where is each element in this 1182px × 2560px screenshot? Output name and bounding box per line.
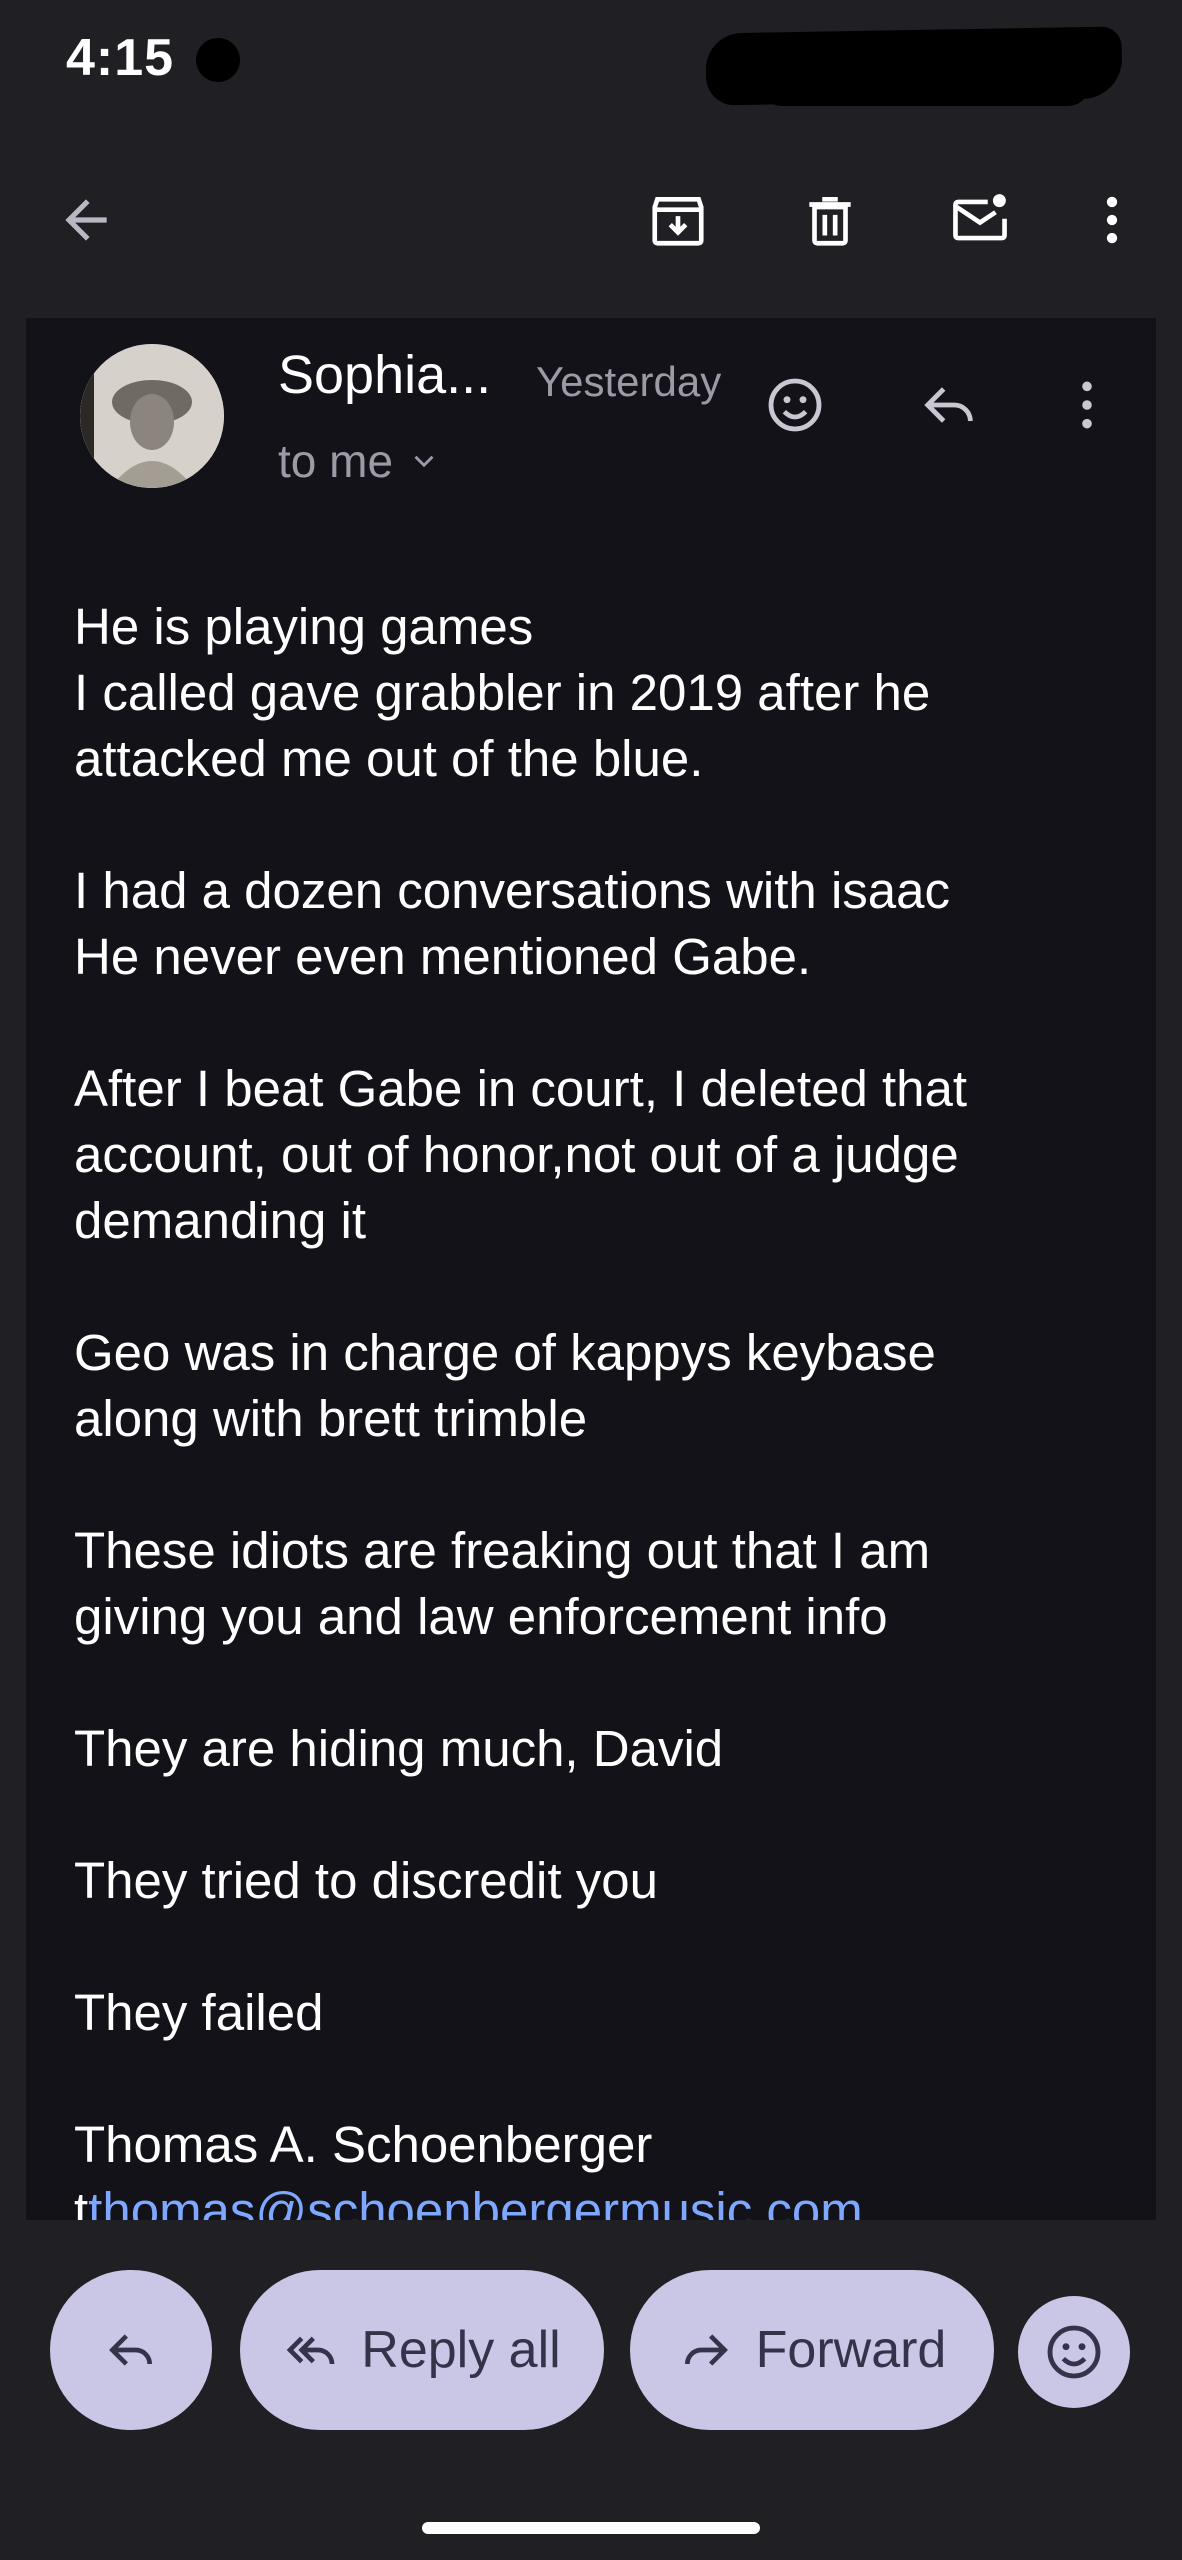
signature-email-link[interactable]: thomas@schoenbergermusic.com xyxy=(88,2182,863,2220)
avatar[interactable] xyxy=(80,344,224,488)
reply-all-button[interactable]: Reply all xyxy=(240,2270,604,2430)
home-indicator[interactable] xyxy=(422,2522,760,2534)
signature-email-line: tthomas@schoenbergermusic.com xyxy=(74,2178,1114,2220)
body-line: account, out of honor,not out of a judge xyxy=(74,1126,959,1183)
email-screen: 4:15 Sophia... Yesterday to me He is pla… xyxy=(0,0,1182,2560)
trash-icon xyxy=(809,197,851,246)
paragraph: They are hiding much, David xyxy=(74,1716,1114,1782)
react-button[interactable] xyxy=(758,368,832,442)
mark-unread-button[interactable] xyxy=(940,180,1020,260)
arrow-left-icon xyxy=(65,199,107,241)
archive-button[interactable] xyxy=(638,180,718,260)
message-more-button[interactable] xyxy=(1050,368,1124,442)
mail-unread-icon xyxy=(953,194,1007,241)
archive-icon xyxy=(652,197,704,246)
message-time: Yesterday xyxy=(536,358,722,405)
reply-all-icon xyxy=(286,2336,335,2365)
avatar-photo-icon xyxy=(80,344,224,488)
delete-button[interactable] xyxy=(790,180,870,260)
redaction-mark-2 xyxy=(760,62,1090,106)
signature-email-prefix: t xyxy=(74,2182,89,2220)
body-line: I had a dozen conversations with isaac xyxy=(74,862,951,919)
top-toolbar xyxy=(0,140,1182,300)
paragraph: These idiots are freaking out that I am … xyxy=(74,1518,1114,1650)
reply-button[interactable] xyxy=(50,2270,212,2430)
forward-icon xyxy=(684,2334,728,2366)
paragraph: They tried to discredit you xyxy=(74,1848,1114,1914)
paragraph: Geo was in charge of kappys keybase alon… xyxy=(74,1320,1114,1452)
message-card: Sophia... Yesterday to me He is playing … xyxy=(26,318,1156,2220)
more-vert-icon xyxy=(1082,381,1092,429)
signature: Thomas A. Schoenberger tthomas@schoenber… xyxy=(74,2112,1114,2220)
body-line: After I beat Gabe in court, I deleted th… xyxy=(74,1060,968,1117)
body-line: I called gave grabbler in 2019 after he xyxy=(74,664,931,721)
body-line: giving you and law enforcement info xyxy=(74,1588,888,1645)
body-line: He is playing games xyxy=(74,598,534,655)
emoji-icon xyxy=(768,378,822,432)
more-vert-icon xyxy=(1106,196,1118,244)
recipient-label: to me xyxy=(278,435,394,487)
body-line: attacked me out of the blue. xyxy=(74,730,704,787)
body-line: He never even mentioned Gabe. xyxy=(74,928,812,985)
more-options-button[interactable] xyxy=(1072,180,1152,260)
body-line: They are hiding much, David xyxy=(74,1720,724,1777)
signature-name: Thomas A. Schoenberger xyxy=(74,2116,653,2173)
body-line: They tried to discredit you xyxy=(74,1852,658,1909)
paragraph: He is playing games I called gave grabbl… xyxy=(74,594,1114,792)
bottom-action-bar: Reply all Forward xyxy=(0,2220,1182,2480)
body-line: They failed xyxy=(74,1984,324,2041)
react-emoji-button[interactable] xyxy=(1018,2296,1130,2408)
reply-icon-button[interactable] xyxy=(912,368,986,442)
reply-icon xyxy=(109,2334,152,2366)
body-line: Geo was in charge of kappys keybase xyxy=(74,1324,936,1381)
forward-label: Forward xyxy=(755,2321,947,2379)
recipient-details-toggle[interactable]: to me xyxy=(278,434,441,488)
emoji-icon xyxy=(1047,2325,1101,2379)
body-line: These idiots are freaking out that I am xyxy=(74,1522,931,1579)
body-line: along with brett trimble xyxy=(74,1390,588,1447)
forward-button[interactable]: Forward xyxy=(630,2270,994,2430)
status-time: 4:15 xyxy=(66,29,175,87)
message-body: He is playing games I called gave grabbl… xyxy=(74,594,1114,2220)
reply-all-label: Reply all xyxy=(361,2321,561,2379)
paragraph: They failed xyxy=(74,1980,1114,2046)
paragraph: After I beat Gabe in court, I deleted th… xyxy=(74,1056,1114,1254)
camera-cutout xyxy=(196,38,240,82)
body-line: demanding it xyxy=(74,1192,367,1249)
status-bar: 4:15 xyxy=(0,0,1182,120)
back-button[interactable] xyxy=(46,180,126,260)
chevron-down-icon xyxy=(414,455,434,468)
sender-name[interactable]: Sophia... xyxy=(278,344,491,406)
reply-icon xyxy=(924,387,973,423)
paragraph: I had a dozen conversations with isaac H… xyxy=(74,858,1114,990)
